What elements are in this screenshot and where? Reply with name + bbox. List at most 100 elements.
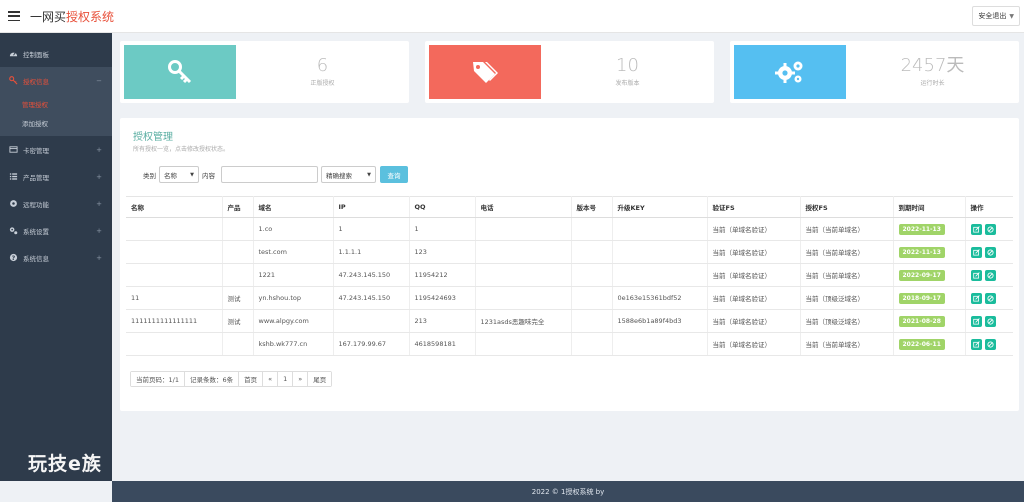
table-row: 11 测试 yn.hshou.top 47.243.145.150 119542… [126,286,1013,310]
disable-button[interactable] [984,315,996,327]
search-mode-select[interactable]: 精确搜索 ▼ [321,166,376,183]
cell-domain: www.alpgy.com [253,309,334,333]
disable-button[interactable] [984,338,996,350]
license-table: 名称 产品 域名 IP QQ 电话 版本号 升级KEY 验证FS 授权FS 到期… [126,196,1013,356]
column-header: 验证FS [707,196,801,218]
chevron-down-icon: ▼ [1009,12,1014,20]
pagination-prev-button[interactable]: « [263,372,279,386]
edit-button[interactable] [970,315,982,327]
cell-auth-fs: 当前（当前单域名） [800,217,894,241]
sidebar-subitem-add-license[interactable]: 添加授权 [0,113,112,132]
pagination-next-button[interactable]: » [293,372,309,386]
cell-qq: 123 [409,240,476,264]
chevron-down-icon: ▼ [190,171,194,178]
cell-auth-fs: 当前（当前单域名） [800,240,894,264]
cell-product [222,240,254,264]
pagination-page-1[interactable]: 1 [278,372,294,386]
sidebar-item-dashboard[interactable]: 控制面板 [0,40,112,67]
cell-upgrade-key [612,217,708,241]
table-row: test.com 1.1.1.1 123 当前（单域名验证） 当前（当前单域名）… [126,240,1013,264]
tags-icon [473,62,498,83]
column-header: 名称 [126,196,223,218]
edit-button[interactable] [970,292,982,304]
page-subtitle: 所有授权一览，点击修改授权状态。 [133,146,230,153]
ban-icon [986,294,994,302]
sidebar-item-settings[interactable]: 系统设置 + [0,217,112,244]
cell-phone [475,263,572,287]
sidebar-item-system-info[interactable]: ? 系统信息 + [0,244,112,271]
sidebar-item-license-info[interactable]: 授权信息 − [0,67,112,94]
table-header-row: 名称 产品 域名 IP QQ 电话 版本号 升级KEY 验证FS 授权FS 到期… [126,196,1013,218]
cell-verify-fs: 当前（单域名验证） [707,217,801,241]
expire-badge[interactable]: 2018-09-17 [898,292,945,304]
sidebar-item-label: 产品管理 [23,173,49,182]
stat-tile [124,45,236,99]
cell-ip [333,309,410,333]
column-header: 产品 [222,196,254,218]
expand-icon: + [96,199,102,208]
pagination-last-button[interactable]: 尾页 [308,372,332,386]
card-icon [9,145,18,154]
cell-product [222,217,254,241]
sidebar-subitem-manage-license[interactable]: 管理授权 [0,94,112,113]
cell-product [222,263,254,287]
expire-badge[interactable]: 2022-06-11 [898,338,945,350]
cell-version [571,263,613,287]
disable-button[interactable] [984,292,996,304]
search-input[interactable] [221,166,318,183]
column-header: 授权FS [800,196,894,218]
disable-button[interactable] [984,246,996,258]
stat-info: 2457天 运行时长 [846,41,1019,103]
cell-version [571,332,613,356]
gears-icon [9,226,18,235]
sidebar-item-card-manage[interactable]: 卡密管理 + [0,136,112,163]
expire-badge[interactable]: 2022-09-17 [898,269,945,281]
sidebar-item-label: 授权信息 [23,77,49,86]
pagination-first-button[interactable]: 首页 [239,372,264,386]
footer: 2022 © 1授权系统 by [112,481,1024,502]
disable-button[interactable] [984,269,996,281]
cell-phone [475,217,572,241]
disable-button[interactable] [984,223,996,235]
column-header: 版本号 [571,196,613,218]
column-header: 域名 [253,196,334,218]
stat-tile [429,45,541,99]
query-button[interactable]: 查询 [380,166,408,183]
edit-button[interactable] [970,223,982,235]
cell-actions [965,240,1013,264]
category-select[interactable]: 名称 ▼ [159,166,199,183]
cell-auth-fs: 当前（当前单域名） [800,332,894,356]
cell-version [571,286,613,310]
sidebar-item-remote[interactable]: 远程功能 + [0,190,112,217]
edit-button[interactable] [970,338,982,350]
cell-qq: 213 [409,309,476,333]
pagination-current-page: 当前页码：1/1 [131,372,185,386]
menu-toggle-icon[interactable] [8,11,20,21]
edit-button[interactable] [970,269,982,281]
key-icon [9,76,18,85]
edit-icon [972,340,980,348]
expire-badge[interactable]: 2022-11-13 [898,223,945,235]
collapse-icon: − [96,76,102,85]
cell-product [222,332,254,356]
logout-button[interactable]: 安全退出 ▼ [972,6,1020,26]
cell-domain: 1221 [253,263,334,287]
cell-domain: test.com [253,240,334,264]
expire-badge[interactable]: 2022-11-13 [898,246,945,258]
sidebar-submenu: 管理授权 添加授权 [0,94,112,136]
sidebar-item-product-manage[interactable]: 产品管理 + [0,163,112,190]
cell-qq: 4618598181 [409,332,476,356]
cell-ip: 1 [333,217,410,241]
cell-expire: 2021-08-28 [893,309,966,333]
sidebar-item-label: 卡密管理 [23,146,49,155]
pagination: 当前页码：1/1 记录条数：6条 首页 « 1 » 尾页 [130,371,333,387]
stat-label: 正版授权 [310,80,335,87]
category-value: 名称 [164,171,177,180]
cell-name [126,263,223,287]
cell-name [126,240,223,264]
edit-icon [972,225,980,233]
cell-auth-fs: 当前（顶级泛域名） [800,309,894,333]
expire-badge[interactable]: 2021-08-28 [898,315,945,327]
edit-button[interactable] [970,246,982,258]
table-row: 1.co 1 1 当前（单域名验证） 当前（当前单域名） 2022-11-13 [126,217,1013,241]
